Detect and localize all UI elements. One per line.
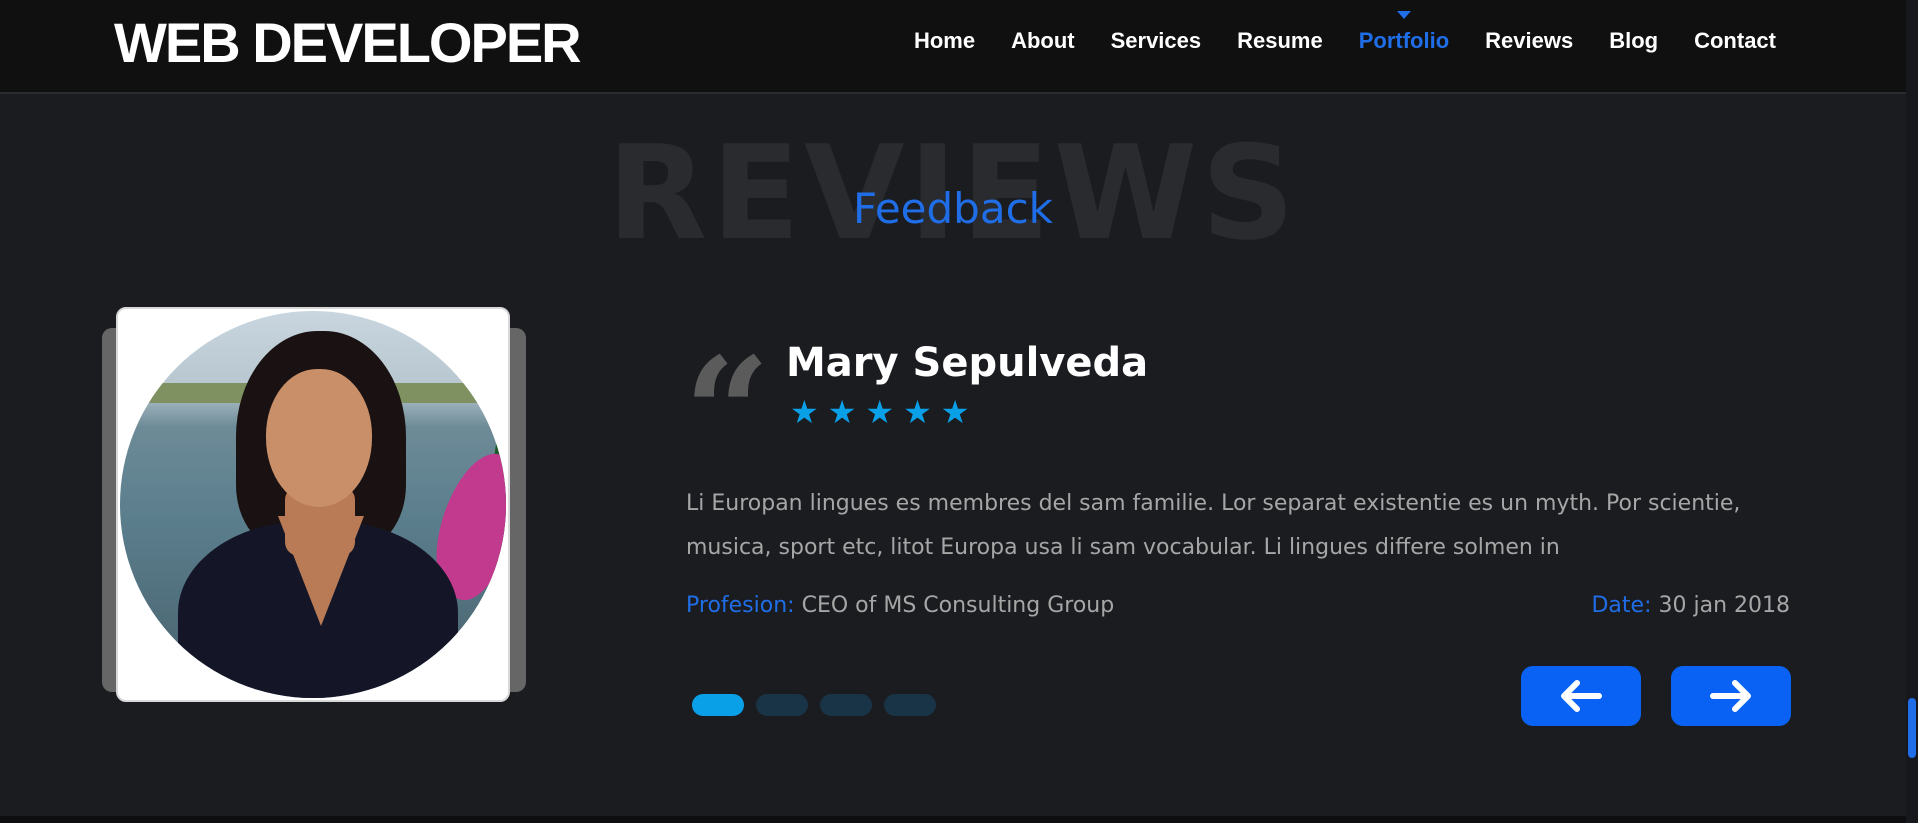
main-nav: Home About Services Resume Portfolio Rev…	[914, 11, 1776, 54]
slider-dot-4[interactable]	[884, 694, 936, 716]
star-icon: ★	[790, 393, 819, 431]
nav-resume[interactable]: Resume	[1237, 28, 1323, 54]
previous-review-button[interactable]	[1521, 666, 1641, 726]
nav-about[interactable]: About	[1011, 28, 1075, 54]
slider-pagination	[692, 694, 936, 716]
photo-face	[266, 369, 372, 507]
date-meta: Date: 30 jan 2018	[1591, 593, 1790, 618]
reviewer-name: Mary Sepulveda	[786, 340, 1149, 386]
nav-contact[interactable]: Contact	[1694, 28, 1776, 54]
slider-dot-1[interactable]	[692, 694, 744, 716]
date-label: Date:	[1591, 593, 1652, 618]
navbar: WEB DEVELOPER Home About Services Resume…	[0, 0, 1906, 94]
next-review-button[interactable]	[1671, 666, 1791, 726]
nav-home[interactable]: Home	[914, 28, 975, 54]
nav-reviews[interactable]: Reviews	[1485, 28, 1573, 54]
review-text: Li Europan lingues es membres del sam fa…	[686, 491, 1741, 560]
rating-stars: ★ ★ ★ ★ ★	[790, 396, 969, 428]
active-caret-icon	[1396, 11, 1411, 19]
nav-portfolio-label: Portfolio	[1358, 28, 1450, 53]
arrow-left-icon	[1561, 680, 1602, 712]
quote-icon: “	[684, 338, 771, 428]
arrow-right-icon	[1710, 680, 1751, 712]
nav-blog[interactable]: Blog	[1609, 28, 1658, 54]
site-logo[interactable]: WEB DEVELOPER	[114, 10, 582, 75]
star-icon: ★	[903, 393, 932, 431]
reviewer-photo-card	[116, 307, 510, 702]
star-icon: ★	[865, 393, 895, 431]
scrollbar-thumb[interactable]	[1908, 698, 1916, 758]
section-bottom-border	[0, 816, 1906, 823]
reviewer-photo	[120, 311, 506, 698]
nav-portfolio[interactable]: Portfolio	[1358, 11, 1450, 54]
slider-dot-2[interactable]	[756, 694, 808, 716]
section-subtitle: Feedback	[852, 184, 1053, 233]
star-icon: ★	[827, 393, 857, 431]
profession-meta: Profesion: CEO of MS Consulting Group	[686, 593, 1114, 618]
nav-services[interactable]: Services	[1111, 28, 1202, 54]
scrollbar-track[interactable]	[1906, 0, 1918, 823]
slider-dot-3[interactable]	[820, 694, 872, 716]
star-icon: ★	[940, 393, 970, 431]
profession-label: Profesion:	[686, 593, 795, 618]
date-value: 30 jan 2018	[1658, 593, 1790, 618]
profession-value: CEO of MS Consulting Group	[801, 593, 1115, 618]
